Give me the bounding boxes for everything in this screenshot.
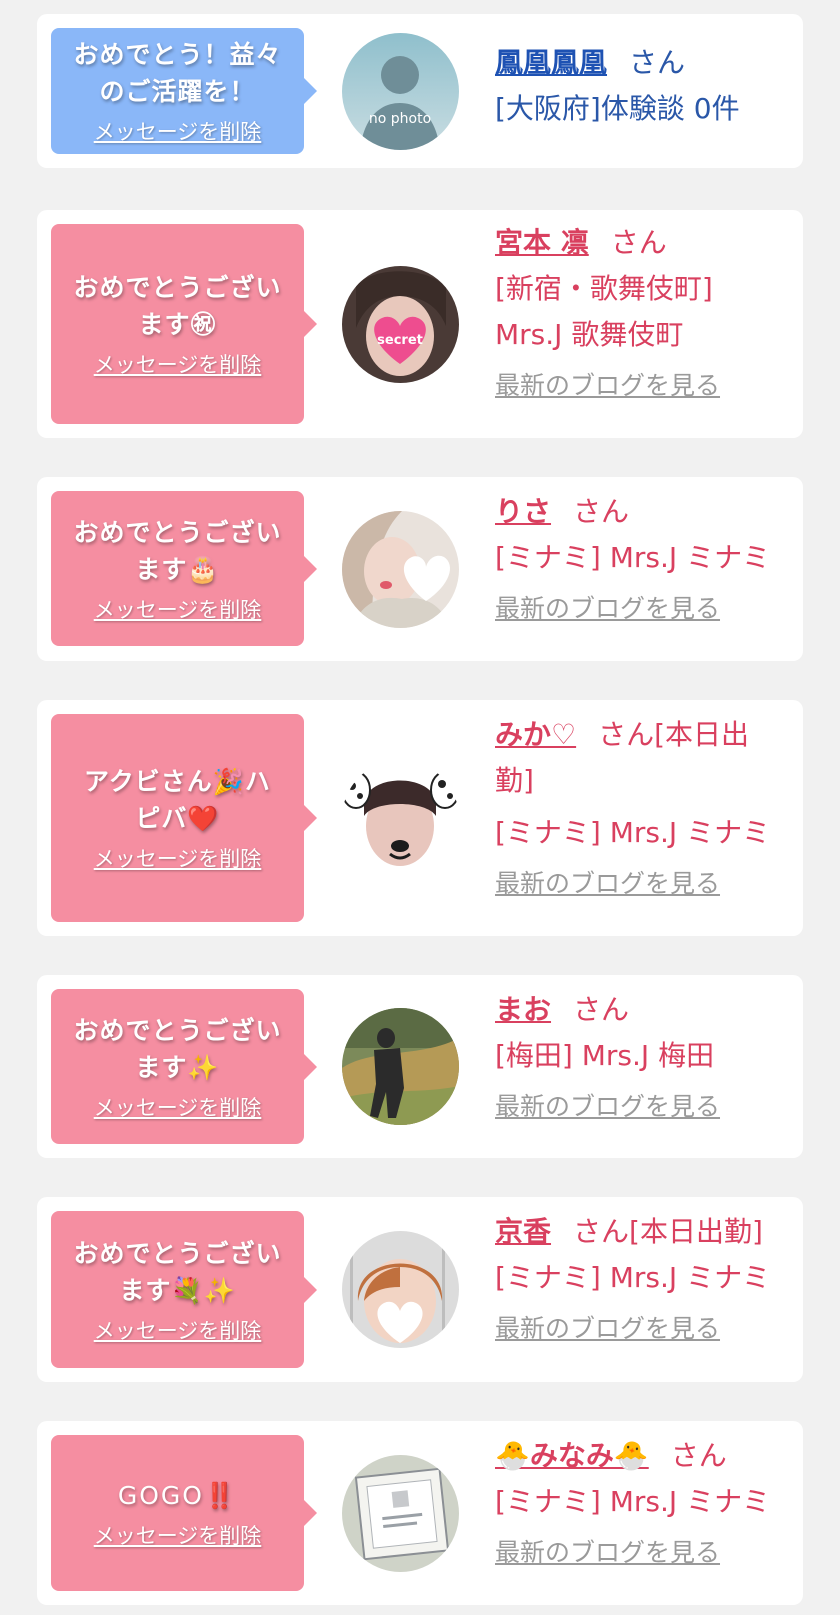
message-bubble: おめでとうございます㊗ メッセージを削除 [51, 224, 317, 424]
delete-message-link[interactable]: メッセージを削除 [94, 596, 262, 624]
page: { "colors": { "background": "#f1f1f1", "… [0, 0, 840, 1615]
location-text: [ミナミ] Mrs.J ミナミ [495, 541, 771, 574]
profile-name-link[interactable]: 京香 [495, 1215, 551, 1248]
location-text: [ミナミ] Mrs.J ミナミ [495, 1261, 771, 1294]
latest-blog-link[interactable]: 最新のブログを見る [495, 366, 795, 406]
profile-name-link[interactable]: 🐣みなみ🐣 [495, 1439, 649, 1472]
latest-blog-link[interactable]: 最新のブログを見る [495, 864, 795, 904]
message-text: おめでとうございます🎂 [73, 517, 282, 584]
message-bubble: おめでとう！益々のご活躍を！ メッセージを削除 [51, 28, 317, 154]
message-card: アクビさん🎉ハピバ❤️ メッセージを削除 みか♡ さん[本日出勤] [ミナミ] M… [37, 700, 803, 936]
message-card: おめでとうございます㊗ メッセージを削除 secret 宮本 凛さん [新宿・歌… [37, 210, 803, 438]
message-text: アクビさん🎉ハピバ❤️ [84, 767, 271, 833]
honorific: さん [629, 46, 686, 79]
location-text: [梅田] Mrs.J 梅田 [495, 1039, 715, 1072]
message-text: おめでとうございます✨ [73, 1015, 282, 1082]
message-text: GOGO‼️ [117, 1480, 238, 1510]
message-text: おめでとう！益々のご活躍を！ [73, 40, 282, 106]
location-text: [新宿・歌舞伎町] Mrs.J 歌舞伎町 [495, 272, 713, 351]
message-text: おめでとうございます💐✨ [73, 1238, 282, 1305]
delete-message-link[interactable]: メッセージを削除 [94, 118, 262, 146]
honorific: さん [573, 495, 630, 528]
message-card: おめでとうございます💐✨ メッセージを削除 京香 さん[本日出勤] [ミナミ] M… [37, 1197, 803, 1382]
delete-message-link[interactable]: メッセージを削除 [94, 1317, 262, 1345]
profile-info: みか♡ さん[本日出勤] [ミナミ] Mrs.J ミナミ 最新のブログを見る [495, 712, 795, 904]
profile-name-link[interactable]: まお [495, 993, 551, 1026]
profile-info: 鳳凰鳳凰 さん [大阪府]体験談 0件 [495, 40, 795, 132]
latest-blog-link[interactable]: 最新のブログを見る [495, 1087, 795, 1127]
profile-name-link[interactable]: 鳳凰鳳凰 [495, 46, 607, 79]
message-bubble: GOGO‼️ メッセージを削除 [51, 1435, 317, 1591]
latest-blog-link[interactable]: 最新のブログを見る [495, 1533, 795, 1573]
message-bubble: おめでとうございます🎂 メッセージを削除 [51, 491, 317, 646]
honorific: さん [573, 1215, 630, 1248]
message-card: GOGO‼️ メッセージを削除 🐣みなみ🐣 さん [ミナミ] Mrs.J ミナミ … [37, 1421, 803, 1605]
honorific: さん [598, 718, 655, 751]
profile-info: 🐣みなみ🐣 さん [ミナミ] Mrs.J ミナミ 最新のブログを見る [495, 1433, 795, 1573]
location-text: [ミナミ] Mrs.J ミナミ [495, 1485, 771, 1518]
message-text: おめでとうございます㊗ [73, 273, 282, 339]
profile-info: まお さん [梅田] Mrs.J 梅田 最新のブログを見る [495, 987, 795, 1127]
profile-info: 京香 さん[本日出勤] [ミナミ] Mrs.J ミナミ 最新のブログを見る [495, 1209, 795, 1349]
profile-name-link[interactable]: みか♡ [495, 718, 576, 751]
message-card: おめでとうございます🎂 メッセージを削除 りさ さん [ミナミ] Mrs.J ミナ… [37, 477, 803, 661]
honorific: さん [610, 226, 667, 259]
profile-name-link[interactable]: りさ [495, 495, 551, 528]
message-bubble: おめでとうございます✨ メッセージを削除 [51, 989, 317, 1144]
message-bubble: おめでとうございます💐✨ メッセージを削除 [51, 1211, 317, 1368]
delete-message-link[interactable]: メッセージを削除 [94, 351, 262, 379]
avatar[interactable]: no photo [342, 33, 459, 150]
attendance-badge: [本日出勤] [629, 1215, 763, 1248]
avatar[interactable] [342, 760, 459, 877]
honorific: さん [670, 1439, 727, 1472]
honorific: さん [573, 993, 630, 1026]
profile-info: りさ さん [ミナミ] Mrs.J ミナミ 最新のブログを見る [495, 489, 795, 629]
profile-name-link[interactable]: 宮本 凛 [495, 226, 589, 259]
message-card: おめでとう！益々のご活躍を！ メッセージを削除 no photo 鳳凰鳳凰 さん … [37, 14, 803, 168]
delete-message-link[interactable]: メッセージを削除 [94, 1522, 262, 1550]
latest-blog-link[interactable]: 最新のブログを見る [495, 1309, 795, 1349]
no-photo-label: no photo [369, 111, 431, 127]
profile-info: 宮本 凛さん [新宿・歌舞伎町] Mrs.J 歌舞伎町 最新のブログを見る [495, 220, 795, 406]
delete-message-link[interactable]: メッセージを削除 [94, 1094, 262, 1122]
location-text: [大阪府]体験談 0件 [495, 92, 740, 125]
delete-message-link[interactable]: メッセージを削除 [94, 845, 262, 873]
avatar[interactable] [342, 1008, 459, 1125]
avatar[interactable] [342, 1231, 459, 1348]
location-text: [ミナミ] Mrs.J ミナミ [495, 816, 771, 849]
secret-label: secret [377, 333, 423, 348]
message-card: おめでとうございます✨ メッセージを削除 まお さん [梅田] Mrs.J 梅田 … [37, 975, 803, 1158]
avatar[interactable]: secret [342, 266, 459, 383]
avatar[interactable] [342, 1455, 459, 1572]
avatar[interactable] [342, 511, 459, 628]
latest-blog-link[interactable]: 最新のブログを見る [495, 589, 795, 629]
message-bubble: アクビさん🎉ハピバ❤️ メッセージを削除 [51, 714, 317, 922]
